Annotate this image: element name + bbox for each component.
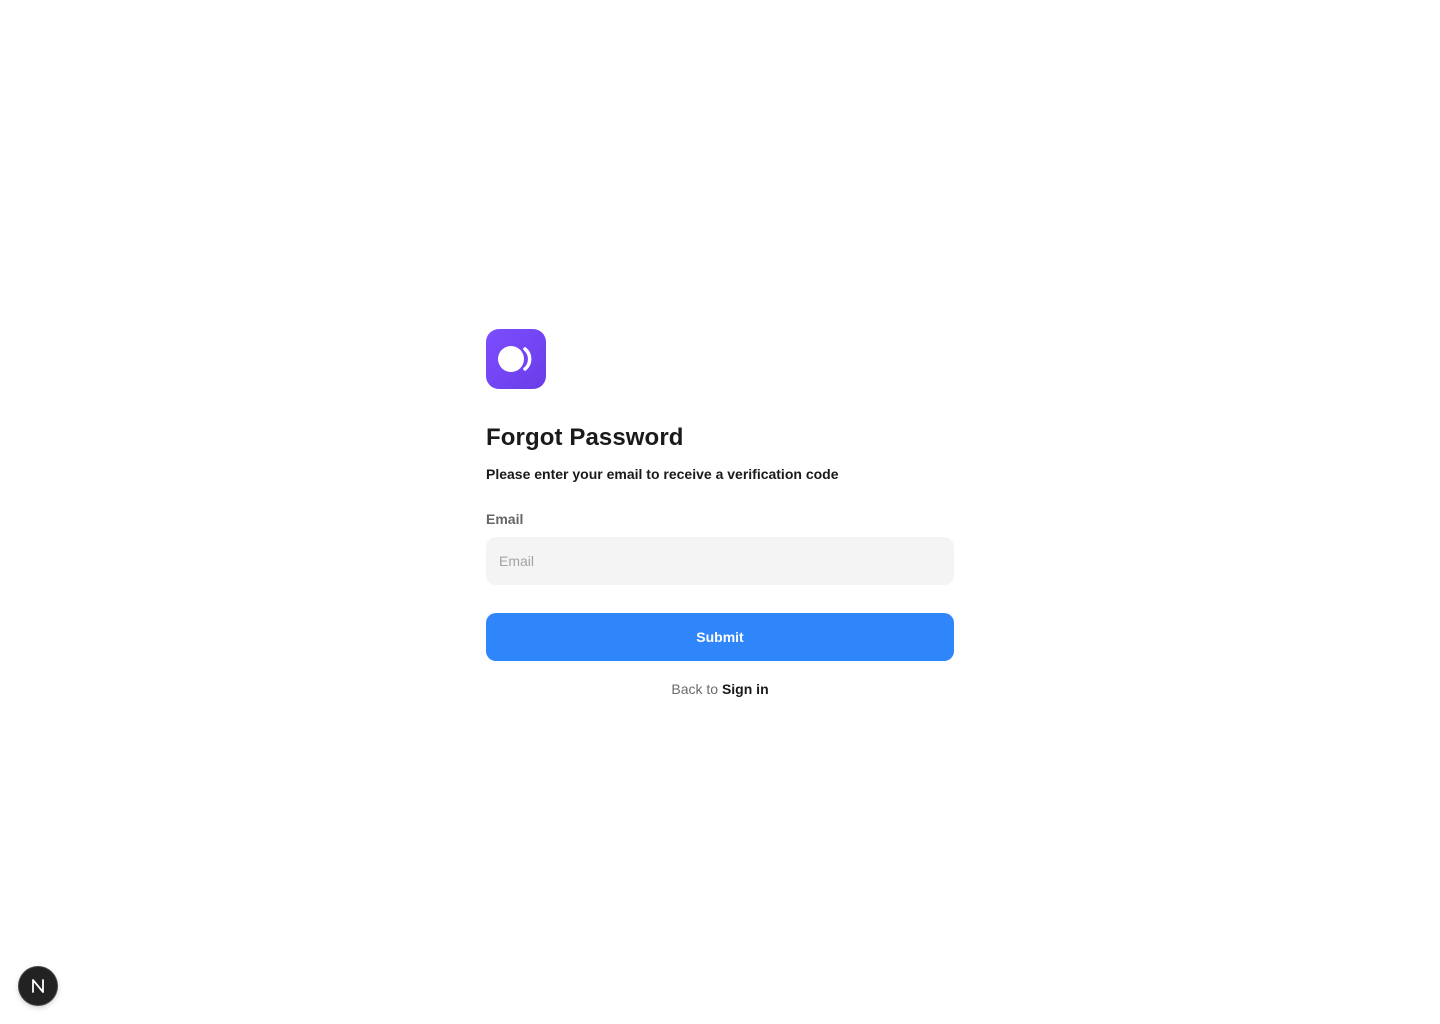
nextjs-n-icon (32, 979, 44, 993)
page-title: Forgot Password (486, 424, 684, 451)
forgot-password-page: Forgot Password Please enter your email … (0, 0, 1440, 1024)
forgot-password-card: Forgot Password Please enter your email … (486, 329, 954, 698)
signin-link[interactable]: Sign in (722, 681, 769, 697)
email-label: Email (486, 511, 524, 527)
back-to-signin: Back to Sign in (486, 680, 954, 698)
back-text: Back to (671, 681, 719, 697)
email-field[interactable] (486, 537, 954, 585)
app-logo-icon (486, 329, 546, 389)
nextjs-dev-indicator[interactable] (19, 967, 57, 1005)
page-subtitle: Please enter your email to receive a ver… (486, 466, 839, 482)
submit-button[interactable]: Submit (486, 613, 954, 661)
